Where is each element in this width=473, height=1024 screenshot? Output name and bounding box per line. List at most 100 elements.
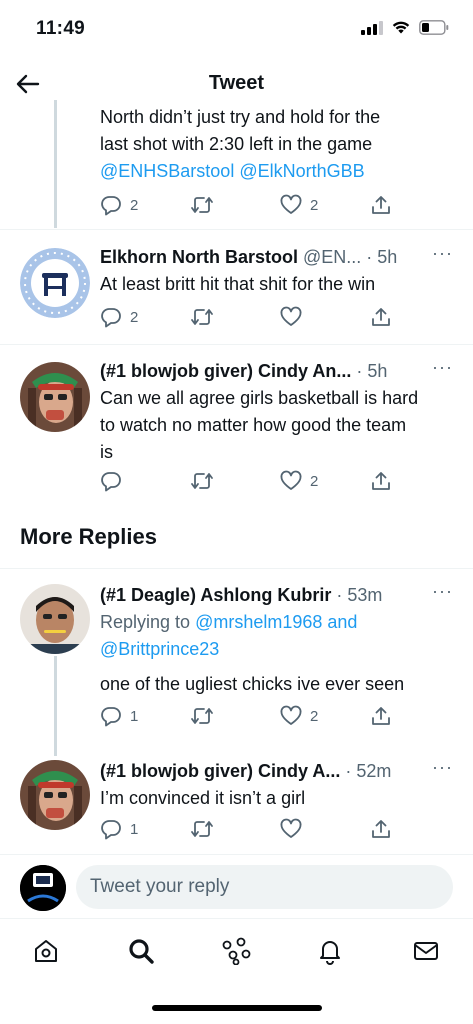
tab-spaces[interactable]: [220, 935, 252, 967]
avatar[interactable]: [20, 760, 90, 830]
search-icon: [129, 939, 154, 964]
mention-link[interactable]: @Brittprince23: [100, 636, 219, 662]
like-count: 2: [310, 196, 319, 214]
share-button[interactable]: [370, 705, 392, 727]
tweet[interactable]: Elkhorn North Barstool @EN... · 5h ··· A…: [0, 243, 473, 344]
reply-input[interactable]: Tweet your reply: [76, 865, 453, 909]
replying-to: Replying to @mrshelm1968 and: [100, 609, 357, 635]
reply-icon: [101, 196, 121, 216]
heart-icon: [280, 818, 302, 838]
retweet-icon: [191, 473, 213, 489]
en-basketball-logo-icon: [20, 865, 66, 911]
tab-search[interactable]: [125, 935, 157, 967]
like-count: 2: [310, 707, 319, 725]
tweet-text-line: is: [100, 442, 113, 462]
status-time: 11:49: [36, 18, 86, 39]
like-button[interactable]: 2: [280, 194, 318, 216]
reply-count: 1: [130, 820, 139, 838]
tab-notifications[interactable]: [314, 935, 346, 967]
more-options-icon[interactable]: ···: [432, 578, 453, 604]
heart-icon: [280, 306, 302, 326]
reply-icon: [101, 707, 121, 727]
status-icons: [361, 20, 449, 35]
mention-link[interactable]: @mrshelm1968: [195, 612, 322, 632]
reply-icon: [101, 820, 121, 840]
replying-prefix: Replying to: [100, 612, 196, 632]
reply-composer: Tweet your reply: [0, 854, 473, 918]
like-button[interactable]: [280, 306, 310, 328]
tab-home[interactable]: [30, 935, 62, 967]
avatar[interactable]: [20, 584, 90, 654]
reply-count: 1: [130, 707, 139, 725]
wifi-icon: [392, 21, 410, 34]
tweet-header: (#1 blowjob giver) Cindy An... · 5h ···: [100, 357, 453, 384]
profile-photo-icon: [20, 362, 90, 432]
tweet-mentions[interactable]: @ENHSBarstool @ElkNorthGBB: [100, 158, 365, 184]
bottom-tab-bar: [0, 918, 473, 988]
handle-time: · 52m: [340, 761, 392, 781]
share-button[interactable]: [370, 194, 392, 216]
handle-time: @EN... · 5h: [298, 247, 398, 267]
reply-icon: [101, 308, 121, 328]
status-bar: 11:49: [0, 0, 473, 56]
divider: [0, 568, 473, 569]
reply-button[interactable]: 1: [100, 818, 138, 840]
avatar[interactable]: [20, 248, 90, 318]
retweet-button[interactable]: [190, 194, 214, 216]
retweet-icon: [191, 821, 213, 837]
more-options-icon[interactable]: ···: [432, 354, 453, 380]
like-button[interactable]: [280, 818, 310, 840]
reply-button[interactable]: 2: [100, 194, 138, 216]
display-name[interactable]: Elkhorn North Barstool: [100, 247, 298, 267]
handle-time: · 5h: [351, 361, 388, 381]
display-name[interactable]: (#1 Deagle) Ashlong Kubrir: [100, 585, 331, 605]
tweet-partial[interactable]: North didn’t just try and hold for the l…: [0, 104, 473, 228]
tweet-header: Elkhorn North Barstool @EN... · 5h ···: [100, 243, 453, 270]
reply-button[interactable]: 1: [100, 705, 138, 727]
barstool-logo-icon: [20, 248, 90, 318]
tweet[interactable]: (#1 blowjob giver) Cindy An... · 5h ··· …: [0, 357, 473, 508]
tweet[interactable]: (#1 Deagle) Ashlong Kubrir · 53m ··· Rep…: [0, 581, 473, 738]
tweet-actions: 2 2: [100, 194, 400, 220]
tweet-header: (#1 blowjob giver) Cindy A... · 52m ···: [100, 757, 453, 784]
more-options-icon[interactable]: ···: [432, 240, 453, 266]
display-name[interactable]: (#1 blowjob giver) Cindy A...: [100, 761, 340, 781]
my-avatar[interactable]: [20, 865, 66, 911]
tweet-actions: 2: [100, 306, 400, 332]
spaces-icon: [222, 937, 251, 965]
avatar[interactable]: [20, 362, 90, 432]
handle-time: · 53m: [331, 585, 383, 605]
top-nav: Tweet: [0, 60, 473, 108]
retweet-button[interactable]: [190, 306, 214, 328]
share-button[interactable]: [370, 470, 392, 492]
tweet-text-line: one of the ugliest chicks ive ever seen: [100, 674, 405, 694]
tweet-actions: 2: [100, 470, 400, 496]
share-icon: [372, 707, 390, 725]
tab-messages[interactable]: [410, 935, 442, 967]
like-count: 2: [310, 472, 319, 490]
share-button[interactable]: [370, 818, 392, 840]
tweet-text-line: to watch no matter how good the team: [100, 415, 407, 435]
heart-icon: [280, 194, 302, 214]
share-button[interactable]: [370, 306, 392, 328]
reply-icon: [101, 472, 121, 492]
battery-icon: [419, 20, 449, 35]
share-icon: [372, 472, 390, 490]
more-options-icon[interactable]: ···: [432, 754, 453, 780]
like-button[interactable]: 2: [280, 470, 318, 492]
tweet-header: (#1 Deagle) Ashlong Kubrir · 53m ···: [100, 581, 453, 608]
reply-count: 2: [130, 196, 139, 214]
like-button[interactable]: 2: [280, 705, 318, 727]
reply-button[interactable]: 2: [100, 306, 138, 328]
retweet-button[interactable]: [190, 470, 214, 492]
mail-icon: [414, 942, 438, 960]
tweet[interactable]: (#1 blowjob giver) Cindy A... · 52m ··· …: [0, 757, 473, 850]
share-icon: [372, 308, 390, 326]
tweet-text-line: last shot with 2:30 left in the game: [100, 134, 373, 154]
display-name[interactable]: (#1 blowjob giver) Cindy An...: [100, 361, 351, 381]
reply-button[interactable]: [100, 470, 130, 492]
retweet-button[interactable]: [190, 818, 214, 840]
retweet-icon: [191, 708, 213, 724]
more-replies-heading: More Replies: [20, 524, 157, 549]
retweet-button[interactable]: [190, 705, 214, 727]
